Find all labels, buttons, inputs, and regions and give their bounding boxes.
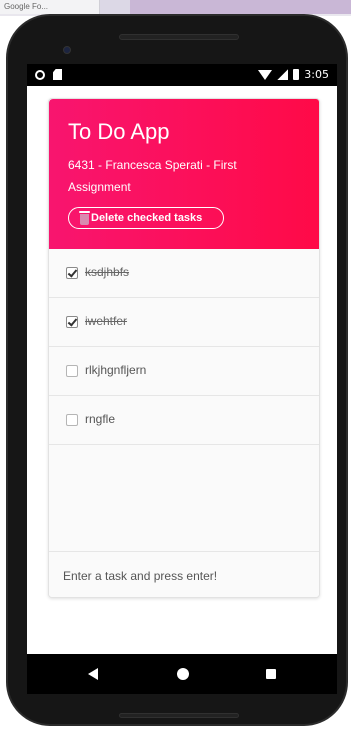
task-label: iwehtfer	[85, 314, 128, 328]
home-icon[interactable]	[177, 668, 189, 680]
status-bar: 3:05	[27, 64, 337, 86]
task-input[interactable]	[63, 566, 307, 586]
sd-card-icon	[53, 69, 62, 80]
task-item[interactable]: iwehtfer	[49, 298, 319, 347]
browser-new-tab[interactable]	[100, 0, 130, 14]
status-clock: 3:05	[304, 68, 329, 81]
app-area: To Do App 6431 - Francesca Sperati - Fir…	[27, 86, 337, 654]
top-speaker	[119, 34, 239, 40]
bottom-speaker	[119, 713, 239, 718]
task-list: ksdjhbfs iwehtfer rlkjhgnfljern rngfle	[49, 249, 319, 445]
task-checkbox[interactable]	[66, 267, 78, 279]
app-title: To Do App	[68, 119, 170, 144]
task-label: rngfle	[85, 412, 116, 426]
delete-checked-label: Delete checked tasks	[91, 212, 203, 224]
task-item[interactable]: ksdjhbfs	[49, 249, 319, 298]
app-subtitle: 6431 - Francesca Sperati - First Assignm…	[68, 158, 237, 194]
back-icon[interactable]	[88, 668, 98, 680]
task-checkbox[interactable]	[66, 316, 78, 328]
task-item[interactable]: rngfle	[49, 396, 319, 445]
camera-icon	[63, 46, 71, 54]
trash-icon	[79, 210, 90, 225]
task-label: rlkjhgnfljern	[85, 363, 147, 377]
task-item[interactable]: rlkjhgnfljern	[49, 347, 319, 396]
signal-icon	[277, 69, 289, 80]
todo-card: To Do App 6431 - Francesca Sperati - Fir…	[48, 98, 320, 598]
delete-checked-button[interactable]: Delete checked tasks	[68, 207, 224, 229]
browser-tab-label: Google Fo...	[4, 2, 49, 11]
task-checkbox[interactable]	[66, 365, 78, 377]
battery-icon	[293, 69, 300, 80]
task-label: ksdjhbfs	[85, 265, 130, 279]
app-header: To Do App 6431 - Francesca Sperati - Fir…	[49, 99, 319, 249]
phone-screen: 3:05 To Do App 6431 - Francesca Sperati …	[27, 64, 337, 694]
task-input-row	[49, 551, 319, 597]
notification-dot-icon	[35, 69, 45, 80]
browser-tab[interactable]: Google Fo...	[0, 0, 100, 14]
wifi-icon	[258, 69, 273, 80]
task-checkbox[interactable]	[66, 414, 78, 426]
recents-icon[interactable]	[266, 669, 276, 679]
navigation-bar	[27, 654, 337, 694]
desktop-strip	[130, 0, 351, 14]
